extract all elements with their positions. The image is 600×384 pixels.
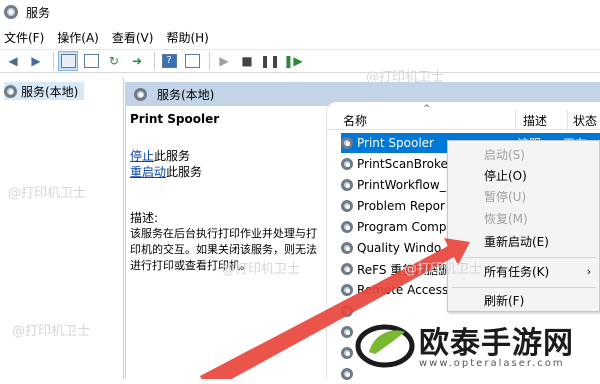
logo-url: www.opteralaser.com [419,358,565,369]
logo-name: 欧泰手游网 [419,326,574,361]
site-logo: 欧泰手游网 www.opteralaser.com [355,312,600,379]
leaf-logo-icon [355,324,415,368]
